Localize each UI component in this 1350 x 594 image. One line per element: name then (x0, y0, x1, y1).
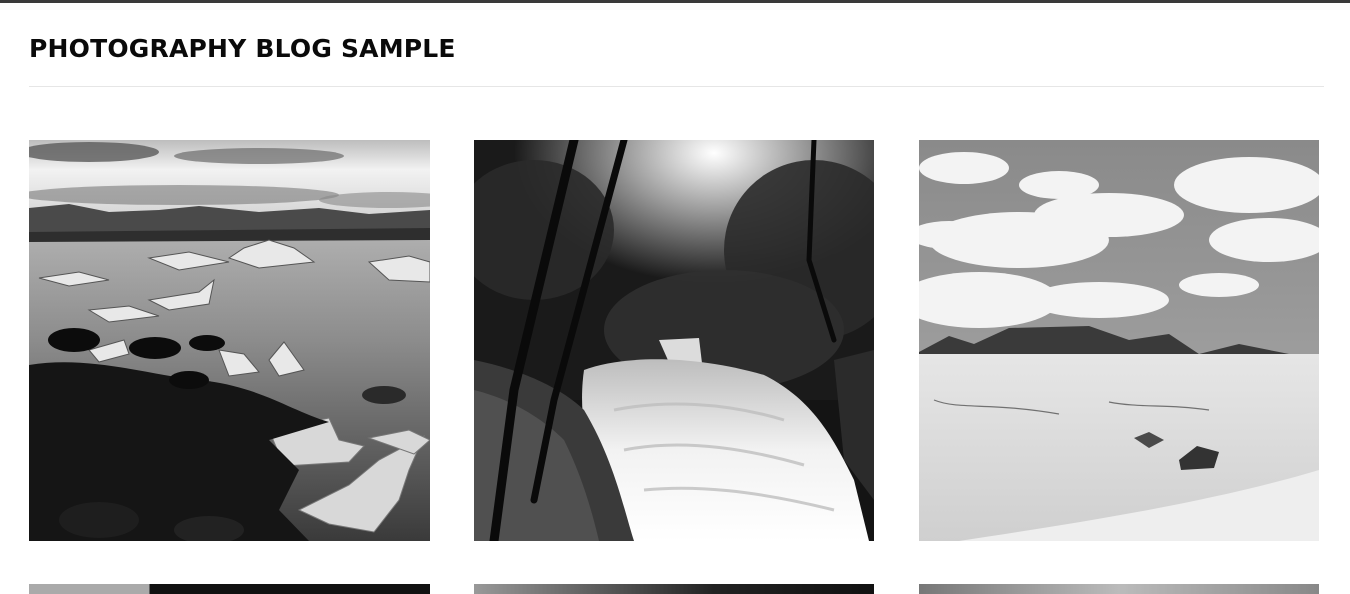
photo-forest-waterfall[interactable] (474, 140, 874, 541)
top-border (0, 0, 1350, 3)
photo-row2-3[interactable] (919, 584, 1319, 594)
desert-dunes-image (919, 140, 1319, 541)
header-divider (29, 86, 1324, 87)
site-title[interactable]: PHOTOGRAPHY BLOG SAMPLE (29, 32, 456, 66)
photo-desert-dunes[interactable] (919, 140, 1319, 541)
photo-icebergs-lake[interactable] (29, 140, 430, 541)
forest-waterfall-image (474, 140, 874, 541)
photo-row2-2[interactable] (474, 584, 874, 594)
photo-row2-1[interactable] (29, 584, 430, 594)
icebergs-lake-image (29, 140, 430, 541)
